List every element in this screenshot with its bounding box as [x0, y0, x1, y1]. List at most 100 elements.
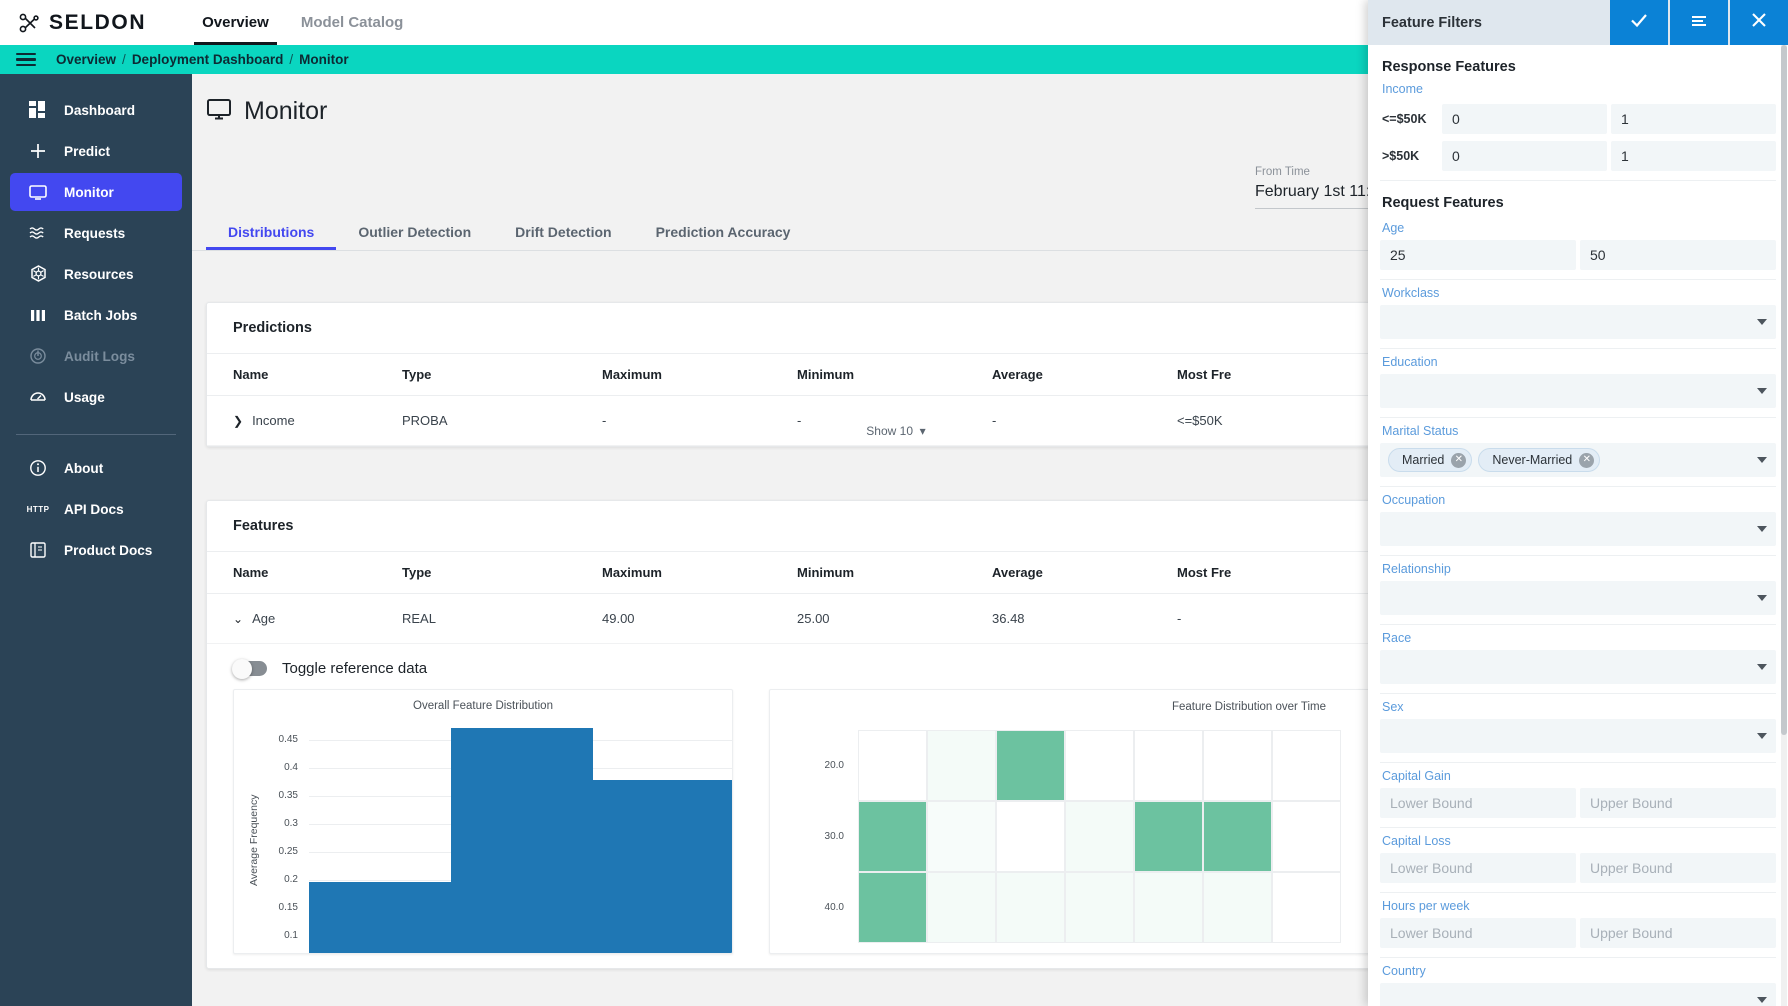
heatmap-cell[interactable] [927, 730, 996, 801]
chevron-down-icon[interactable]: ⌄ [233, 613, 243, 625]
age-lower-input[interactable] [1380, 240, 1576, 270]
column-header-name[interactable]: Name [207, 354, 402, 396]
sidebar-item-api-docs[interactable]: HTTP API Docs [10, 490, 182, 528]
heatmap-cell[interactable] [1203, 801, 1272, 872]
toggle-reference-data-switch[interactable] [232, 658, 267, 679]
heatmap-cell[interactable] [1203, 872, 1272, 943]
country-select[interactable] [1380, 983, 1776, 1006]
heatmap-cell[interactable] [1065, 801, 1134, 872]
heatmap-cell[interactable] [996, 730, 1065, 801]
filter-label-capital-loss: Capital Loss [1382, 834, 1451, 848]
bar-bin1[interactable] [309, 882, 451, 953]
capital-loss-upper-input[interactable] [1580, 853, 1776, 883]
chip-remove-icon[interactable]: ✕ [1451, 452, 1467, 468]
column-header-type[interactable]: Type [402, 552, 602, 594]
drawer-scrollbar-thumb[interactable] [1781, 45, 1787, 735]
column-header-minimum[interactable]: Minimum [797, 354, 992, 396]
column-header-average[interactable]: Average [992, 354, 1177, 396]
breadcrumb-item-monitor[interactable]: Monitor [299, 52, 349, 67]
monitor-icon [28, 182, 48, 202]
bar-bin2[interactable] [451, 728, 593, 953]
capital-gain-upper-input[interactable] [1580, 788, 1776, 818]
overall-feature-distribution-chart: Overall Feature Distribution Average Fre… [233, 689, 733, 954]
heatmap-cell[interactable] [1065, 872, 1134, 943]
heatmap-cell[interactable] [1272, 730, 1341, 801]
chevron-down-icon [1757, 457, 1767, 463]
heatmap-cell[interactable] [858, 872, 927, 943]
top-nav-item-overview[interactable]: Overview [186, 0, 285, 45]
capital-loss-lower-input[interactable] [1380, 853, 1576, 883]
income-gt-50k-lower-input[interactable] [1442, 141, 1607, 171]
sidebar-item-product-docs[interactable]: Product Docs [10, 531, 182, 569]
heatmap-cell[interactable] [858, 730, 927, 801]
sidebar-item-label: API Docs [64, 501, 124, 517]
heatmap-cell[interactable] [927, 801, 996, 872]
tab-drift-detection[interactable]: Drift Detection [493, 224, 633, 250]
close-drawer-button[interactable] [1730, 0, 1788, 45]
sidebar-item-about[interactable]: About [10, 449, 182, 487]
heatmap-cell[interactable] [1134, 730, 1203, 801]
chip-never-married[interactable]: Never-Married ✕ [1478, 448, 1601, 472]
page-title: Monitor [244, 97, 328, 125]
race-select[interactable] [1380, 650, 1776, 684]
heatmap-cell[interactable] [996, 872, 1065, 943]
capital-gain-lower-input[interactable] [1380, 788, 1576, 818]
heatmap-cell[interactable] [927, 872, 996, 943]
apply-filters-button[interactable] [1610, 0, 1668, 45]
sidebar-item-monitor[interactable]: Monitor [10, 173, 182, 211]
workclass-select[interactable] [1380, 305, 1776, 339]
heatmap-cell[interactable] [1272, 872, 1341, 943]
y-tick: 40.0 [824, 902, 844, 913]
column-header-type[interactable]: Type [402, 354, 602, 396]
tab-prediction-accuracy[interactable]: Prediction Accuracy [634, 224, 813, 250]
hours-per-week-lower-input[interactable] [1380, 918, 1576, 948]
book-icon [28, 540, 48, 560]
sidebar-item-usage[interactable]: Usage [10, 378, 182, 416]
brand-logo[interactable]: SELDON [18, 11, 146, 35]
menu-hamburger-icon[interactable] [16, 53, 36, 66]
tab-distributions[interactable]: Distributions [206, 224, 337, 250]
chip-married[interactable]: Married ✕ [1388, 448, 1473, 472]
sidebar-item-audit-logs[interactable]: Audit Logs [10, 337, 182, 375]
relationship-select[interactable] [1380, 581, 1776, 615]
column-header-maximum[interactable]: Maximum [602, 354, 797, 396]
breadcrumb-item-deployment-dashboard[interactable]: Deployment Dashboard [132, 52, 284, 67]
heatmap-cell[interactable] [1272, 801, 1341, 872]
gauge-icon [28, 387, 48, 407]
income-lte-50k-upper-input[interactable] [1611, 104, 1776, 134]
heatmap-cell[interactable] [1065, 730, 1134, 801]
breadcrumb-item-overview[interactable]: Overview [56, 52, 116, 67]
sex-select[interactable] [1380, 719, 1776, 753]
column-header-minimum[interactable]: Minimum [797, 552, 992, 594]
reset-filters-button[interactable] [1670, 0, 1728, 45]
hours-per-week-upper-input[interactable] [1580, 918, 1776, 948]
heatmap-cell[interactable] [858, 801, 927, 872]
heatmap-cell[interactable] [1134, 872, 1203, 943]
sidebar-item-batch-jobs[interactable]: Batch Jobs [10, 296, 182, 334]
y-tick: 0.45 [278, 734, 298, 745]
top-nav-item-model-catalog[interactable]: Model Catalog [285, 0, 420, 45]
heatmap-cell[interactable] [996, 801, 1065, 872]
toggle-reference-data-label: Toggle reference data [282, 660, 428, 677]
heatmap-cell[interactable] [1134, 801, 1203, 872]
occupation-select[interactable] [1380, 512, 1776, 546]
tab-outlier-detection[interactable]: Outlier Detection [336, 224, 493, 250]
sidebar-item-dashboard[interactable]: Dashboard [10, 91, 182, 129]
sidebar-item-predict[interactable]: Predict [10, 132, 182, 170]
column-header-maximum[interactable]: Maximum [602, 552, 797, 594]
sidebar-item-label: Dashboard [64, 102, 136, 118]
chevron-down-icon: ▾ [916, 424, 926, 438]
sidebar-item-requests[interactable]: Requests [10, 214, 182, 252]
education-select[interactable] [1380, 374, 1776, 408]
heatmap-cell[interactable] [1203, 730, 1272, 801]
age-upper-input[interactable] [1580, 240, 1776, 270]
chip-remove-icon[interactable]: ✕ [1579, 452, 1595, 468]
column-header-average[interactable]: Average [992, 552, 1177, 594]
column-header-name[interactable]: Name [207, 552, 402, 594]
income-gt-50k-upper-input[interactable] [1611, 141, 1776, 171]
bar-bin3[interactable] [593, 780, 732, 953]
income-lte-50k-lower-input[interactable] [1442, 104, 1607, 134]
marital-status-select[interactable]: Married ✕ Never-Married ✕ [1380, 443, 1776, 477]
sidebar-item-resources[interactable]: Resources [10, 255, 182, 293]
drawer-scrollbar[interactable] [1781, 45, 1787, 1006]
